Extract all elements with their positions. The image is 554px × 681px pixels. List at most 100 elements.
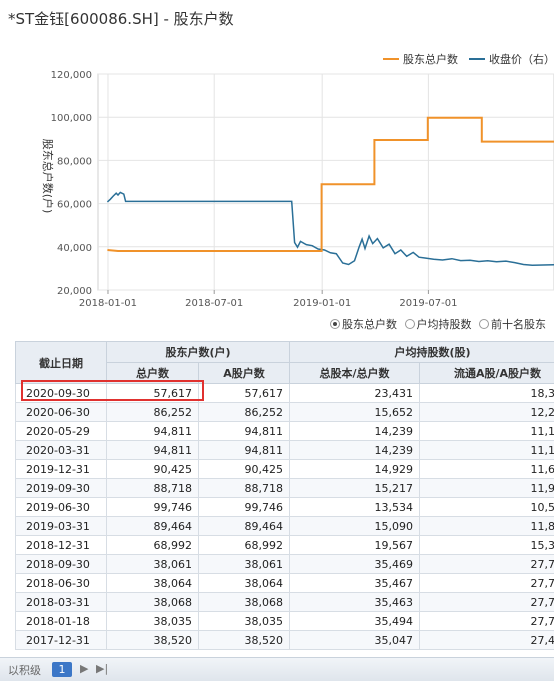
cell-a-holders: 38,064 (198, 573, 290, 593)
radio-option-avg-holding[interactable]: 户均持股数 (404, 316, 472, 332)
cell-total-holders: 94,811 (106, 440, 199, 460)
radio-checked-icon (330, 319, 340, 329)
table-row[interactable]: 2019-03-3189,46489,46415,09011,813 (15, 516, 554, 536)
table-row[interactable]: 2018-12-3168,99268,99219,56715,318 (15, 535, 554, 555)
cell-capital-per-holder: 35,047 (289, 630, 420, 650)
cell-date: 2019-06-30 (15, 497, 107, 517)
cell-capital-per-holder: 35,463 (289, 592, 420, 612)
table-row[interactable]: 2017-12-3138,52038,52035,04727,436 (15, 630, 554, 650)
cell-date: 2020-03-31 (15, 440, 107, 460)
table-row[interactable]: 2018-03-3138,06838,06835,46327,762 (15, 592, 554, 612)
radio-option-top-ten[interactable]: 前十名股东 (479, 316, 546, 332)
table-row[interactable]: 2020-05-2994,81194,81114,23911,147 (15, 421, 554, 441)
table-row[interactable]: 2020-03-3194,81194,81114,23911,147 (15, 440, 554, 460)
cell-capital-per-holder: 19,567 (289, 535, 420, 555)
cell-total-holders: 38,520 (106, 630, 199, 650)
col-header-date[interactable]: 截止日期 (15, 341, 107, 384)
cell-float-per-holder: 10,595 (419, 497, 554, 517)
radio-label: 前十名股东 (491, 318, 546, 331)
cell-a-holders: 88,718 (198, 478, 290, 498)
cell-float-per-holder: 11,147 (419, 440, 554, 460)
pager-left-text: 以积级 (8, 664, 41, 677)
holders-chart: 20,000 40,000 60,000 80,000 100,000 120,000 20… (41, 52, 554, 309)
cell-total-holders: 99,746 (106, 497, 199, 517)
x-tick-label: 2019-07-01 (399, 298, 457, 309)
y-tick-label: 120,000 (51, 70, 92, 81)
cell-float-per-holder: 11,147 (419, 421, 554, 441)
cell-a-holders: 94,811 (198, 440, 290, 460)
cell-capital-per-holder: 14,239 (289, 421, 420, 441)
cell-a-holders: 38,035 (198, 611, 290, 631)
highlight-annotation (21, 380, 204, 401)
cell-a-holders: 57,617 (198, 383, 290, 403)
plot-area (97, 73, 554, 291)
cell-total-holders: 90,425 (106, 459, 199, 479)
cell-capital-per-holder: 15,217 (289, 478, 420, 498)
cell-total-holders: 38,064 (106, 573, 199, 593)
cell-a-holders: 99,746 (198, 497, 290, 517)
cell-date: 2017-12-31 (15, 630, 107, 650)
page-title: *ST金钰[600086.SH] - 股东户数 (8, 10, 234, 28)
y-tick-label: 20,000 (57, 286, 92, 297)
cell-capital-per-holder: 15,090 (289, 516, 420, 536)
cell-date: 2019-12-31 (15, 459, 107, 479)
y-tick-label: 100,000 (51, 113, 92, 124)
cell-date: 2018-12-31 (15, 535, 107, 555)
cell-a-holders: 89,464 (198, 516, 290, 536)
cell-float-per-holder: 12,253 (419, 402, 554, 422)
next-page-icon[interactable]: ▶ (80, 662, 88, 675)
legend-label-price: 收盘价（右） (489, 52, 554, 66)
chart-view-options: 股东总户数 户均持股数 前十名股东 (330, 316, 550, 332)
y-tick-label: 60,000 (57, 200, 92, 211)
cell-total-holders: 68,992 (106, 535, 199, 555)
cell-capital-per-holder: 35,467 (289, 573, 420, 593)
cell-float-per-holder: 27,436 (419, 630, 554, 650)
col-header-capital-per-holder[interactable]: 总股本/总户数 (289, 362, 420, 384)
cell-capital-per-holder: 35,469 (289, 554, 420, 574)
table-row[interactable]: 2018-01-1838,03538,03535,49427,786 (15, 611, 554, 631)
col-header-a-share[interactable]: A股户数 (198, 362, 290, 384)
x-tick-label: 2018-01-01 (79, 298, 137, 309)
y-tick-label: 80,000 (57, 156, 92, 167)
table-row[interactable]: 2018-09-3038,06138,06135,46927,767 (15, 554, 554, 574)
radio-option-total-holders[interactable]: 股东总户数 (330, 316, 397, 332)
cell-capital-per-holder: 35,494 (289, 611, 420, 631)
cell-float-per-holder: 15,318 (419, 535, 554, 555)
cell-float-per-holder: 11,912 (419, 478, 554, 498)
cell-a-holders: 68,992 (198, 535, 290, 555)
cell-a-holders: 38,068 (198, 592, 290, 612)
table-row[interactable]: 2018-06-3038,06438,06435,46727,765 (15, 573, 554, 593)
cell-date: 2019-03-31 (15, 516, 107, 536)
radio-label: 股东总户数 (342, 318, 397, 331)
table-row[interactable]: 2020-06-3086,25286,25215,65212,253 (15, 402, 554, 422)
cell-capital-per-holder: 13,534 (289, 497, 420, 517)
current-page-button[interactable]: 1 (52, 662, 72, 677)
cell-total-holders: 94,811 (106, 421, 199, 441)
radio-unchecked-icon (479, 319, 489, 329)
cell-total-holders: 88,718 (106, 478, 199, 498)
x-tick-label: 2018-07-01 (185, 298, 243, 309)
cell-capital-per-holder: 15,652 (289, 402, 420, 422)
cell-capital-per-holder: 14,929 (289, 459, 420, 479)
cell-float-per-holder: 11,688 (419, 459, 554, 479)
cell-date: 2020-05-29 (15, 421, 107, 441)
table-row[interactable]: 2019-12-3190,42590,42514,92911,688 (15, 459, 554, 479)
table-row[interactable]: 2019-09-3088,71888,71815,21711,912 (15, 478, 554, 498)
table-row[interactable]: 2019-06-3099,74699,74613,53410,595 (15, 497, 554, 517)
cell-float-per-holder: 11,813 (419, 516, 554, 536)
cell-float-per-holder: 27,786 (419, 611, 554, 631)
cell-capital-per-holder: 23,431 (289, 383, 420, 403)
cell-date: 2019-09-30 (15, 478, 107, 498)
last-page-icon[interactable]: ▶| (96, 662, 108, 675)
cell-capital-per-holder: 14,239 (289, 440, 420, 460)
cell-a-holders: 90,425 (198, 459, 290, 479)
cell-a-holders: 38,061 (198, 554, 290, 574)
cell-date: 2018-03-31 (15, 592, 107, 612)
cell-date: 2018-06-30 (15, 573, 107, 593)
col-header-float-per-holder[interactable]: 流通A股/A股户数 (419, 362, 554, 384)
pagination-bar: 以积级 1 ▶ ▶| (0, 657, 554, 681)
cell-total-holders: 38,068 (106, 592, 199, 612)
table-body: 2020-09-3057,61757,61723,43118,3432020-0… (15, 383, 554, 650)
cell-total-holders: 38,035 (106, 611, 199, 631)
cell-a-holders: 94,811 (198, 421, 290, 441)
